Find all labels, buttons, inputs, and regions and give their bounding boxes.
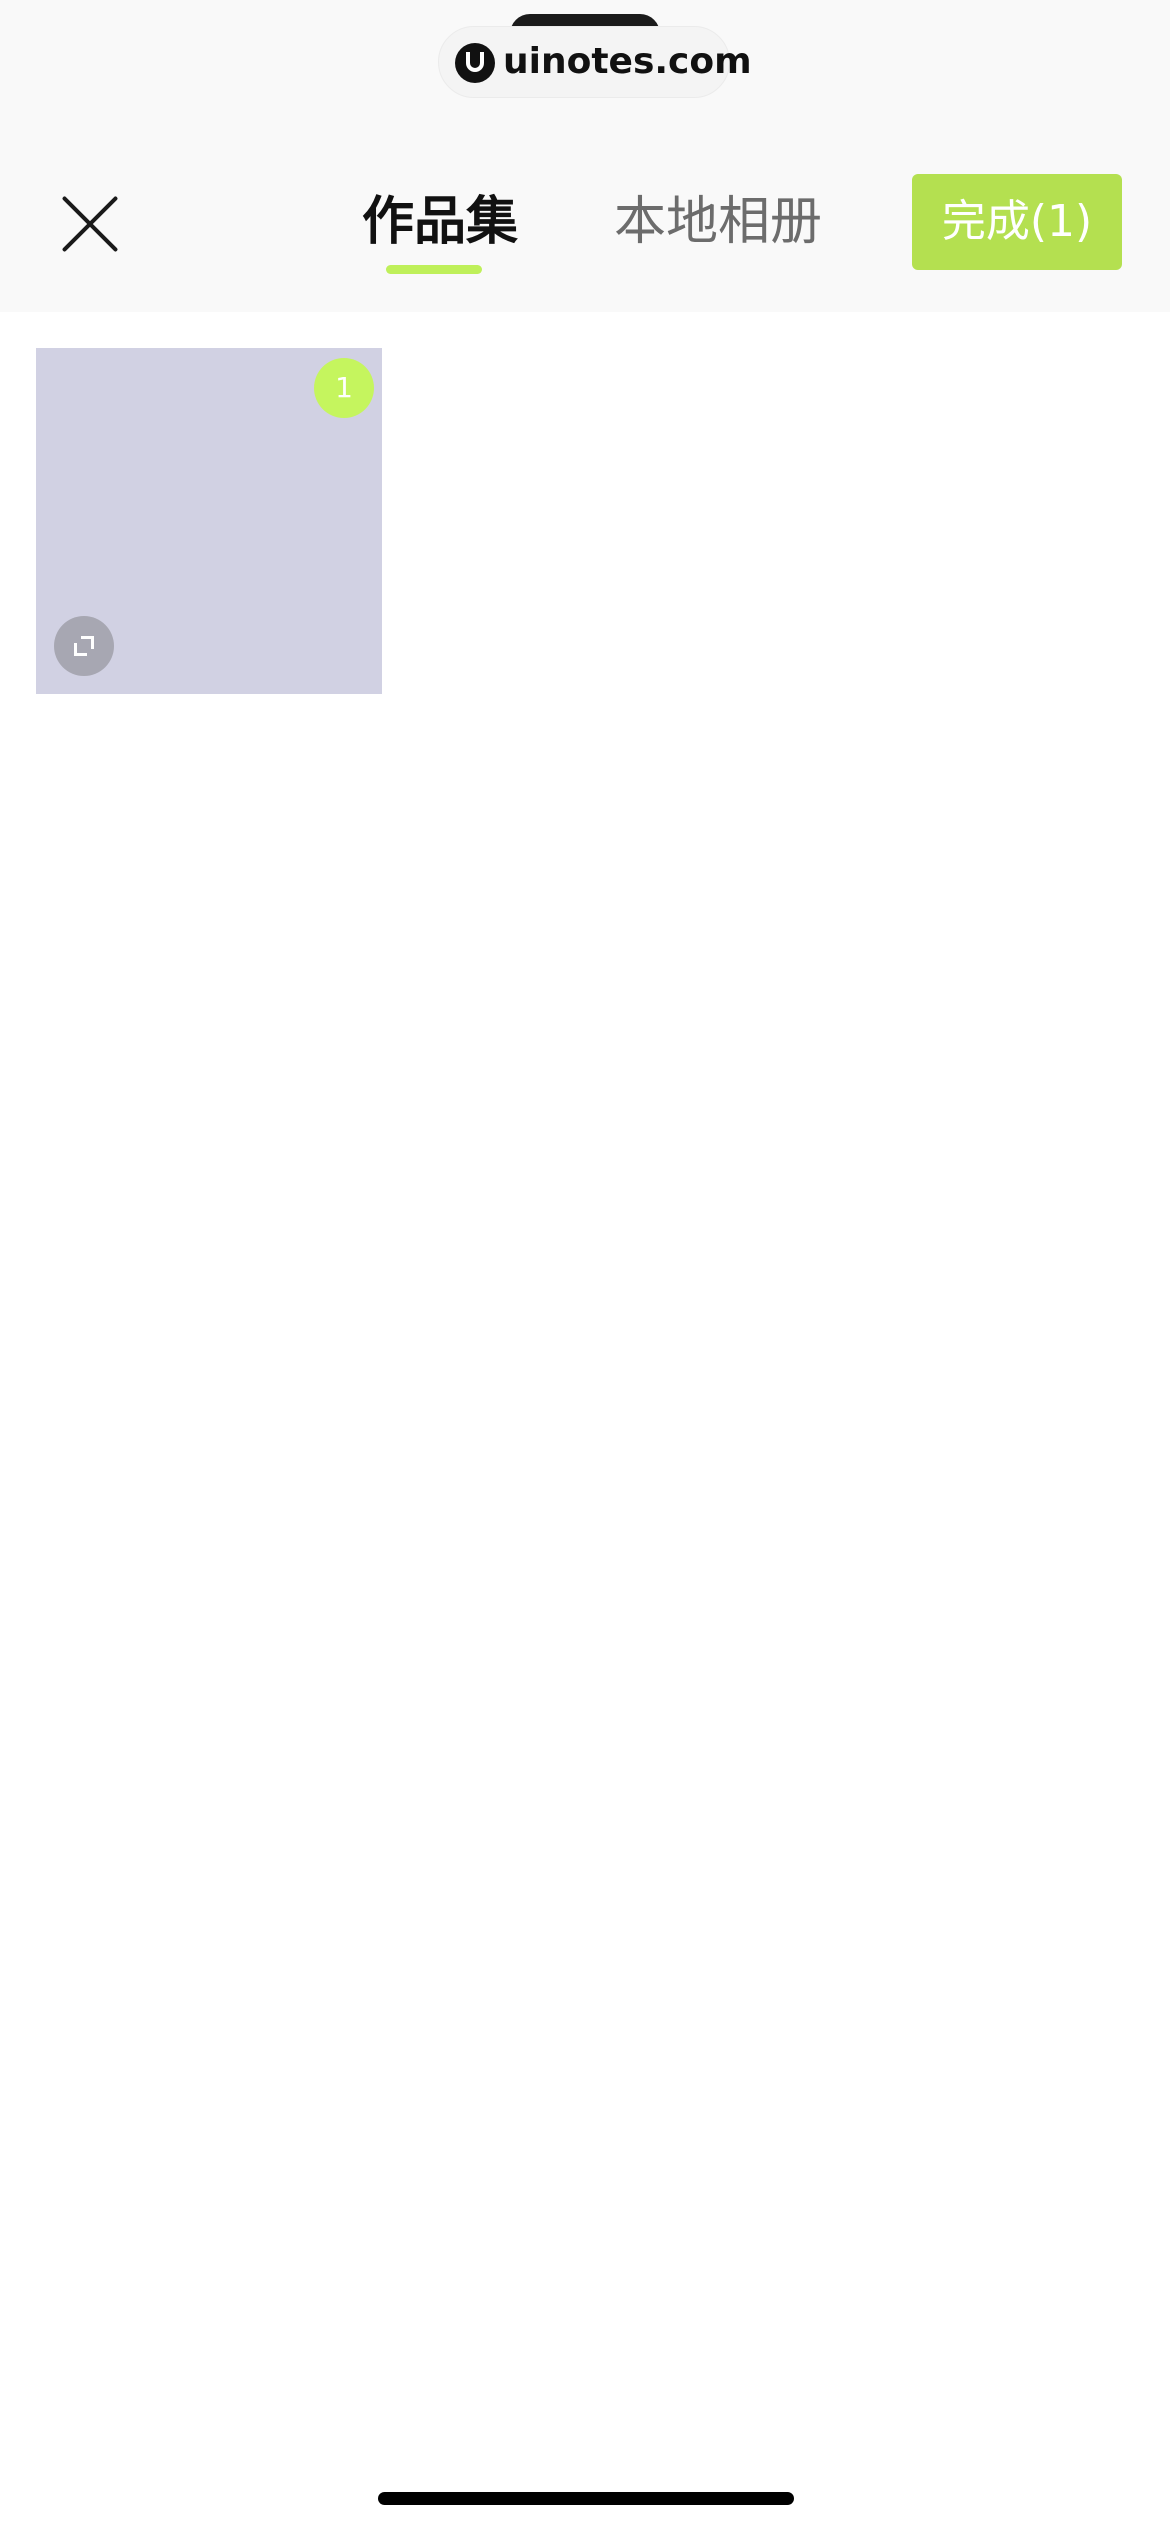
expand-icon (72, 634, 96, 658)
home-indicator (378, 2492, 794, 2505)
close-button[interactable] (58, 192, 122, 256)
grid-item[interactable]: 1 (36, 348, 382, 694)
watermark-badge: uinotes.com (438, 26, 752, 98)
expand-button[interactable] (54, 616, 114, 676)
selection-count-badge[interactable]: 1 (314, 358, 374, 418)
done-button[interactable]: 完成(1) (912, 174, 1122, 270)
tab-local-album[interactable]: 本地相册 (614, 186, 822, 258)
watermark-text: uinotes.com (503, 41, 752, 82)
uinotes-logo-icon (455, 43, 495, 83)
top-header: uinotes.com 作品集 本地相册 完成(1) (0, 0, 1170, 312)
active-tab-indicator (386, 265, 482, 274)
tab-portfolio[interactable]: 作品集 (362, 186, 518, 258)
